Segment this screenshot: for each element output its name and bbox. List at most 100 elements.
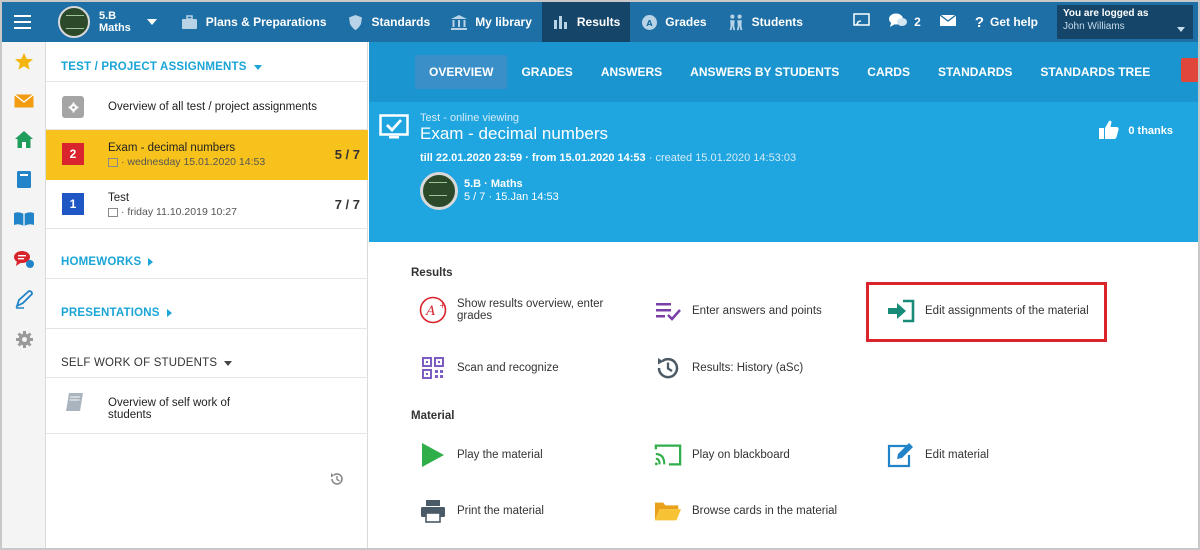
divider xyxy=(46,228,368,229)
assignment-row-test[interactable]: 1 Test · friday 11.10.2019 10:27 7 / 7 xyxy=(46,180,368,230)
gear-icon xyxy=(62,96,84,118)
nav-my-library[interactable]: My library xyxy=(440,2,542,42)
mail-icon[interactable] xyxy=(13,90,35,112)
book-icon[interactable] xyxy=(13,168,35,190)
edit-pencil-icon xyxy=(887,441,915,469)
tab-answers[interactable]: ANSWERS xyxy=(587,55,676,89)
mail-button[interactable] xyxy=(930,14,966,30)
self-work-section-header[interactable]: SELF WORK OF STUDENTS xyxy=(61,357,233,369)
user-name: John Williams xyxy=(1063,21,1125,32)
bar-chart-icon xyxy=(552,13,570,31)
scan-recognize-action[interactable]: Scan and recognize xyxy=(419,354,559,382)
assignment-kind: Test - online viewing xyxy=(420,112,520,124)
results-history-action[interactable]: Results: History (aSc) xyxy=(654,354,803,382)
home-icon[interactable] xyxy=(13,128,35,150)
show-results-overview-action[interactable]: A + Show results overview, enter grades xyxy=(419,296,603,324)
grade-badge-icon: A xyxy=(640,13,658,31)
chevron-down-icon xyxy=(146,19,157,25)
red-action-button[interactable] xyxy=(1181,58,1198,82)
browse-cards-action[interactable]: Browse cards in the material xyxy=(654,497,837,525)
tab-cards[interactable]: CARDS xyxy=(853,55,924,89)
edit-material-action[interactable]: Edit material xyxy=(887,441,989,469)
assignment-number-badge: 1 xyxy=(62,193,84,215)
assignment-score: 7 / 7 xyxy=(334,197,360,212)
svg-text:A: A xyxy=(425,304,435,319)
chat-bubbles-icon xyxy=(888,12,908,32)
edit-assignments-action[interactable]: Edit assignments of the material xyxy=(887,297,1089,325)
class-selector[interactable]: 5.B Maths xyxy=(58,2,157,42)
cast-button[interactable] xyxy=(844,13,879,31)
tab-standards-tree[interactable]: STANDARDS TREE xyxy=(1026,55,1164,89)
assigned-class-score: 5 / 7 · 15.Jan 14:53 xyxy=(464,191,559,203)
briefcase-icon xyxy=(181,13,199,31)
divider xyxy=(46,328,368,329)
star-icon[interactable] xyxy=(13,50,35,72)
pen-icon[interactable] xyxy=(13,288,35,310)
tab-standards[interactable]: STANDARDS xyxy=(924,55,1026,89)
presentations-section-header[interactable]: PRESENTATIONS xyxy=(61,307,172,319)
overview-all-assignments[interactable]: Overview of all test / project assignmen… xyxy=(46,82,368,132)
question-mark-icon: ? xyxy=(974,13,984,31)
tab-overview[interactable]: OVERVIEW xyxy=(415,55,508,89)
class-avatar xyxy=(420,172,458,210)
list-check-icon xyxy=(654,297,682,325)
envelope-icon xyxy=(939,14,957,30)
open-folder-icon xyxy=(654,497,682,525)
class-avatar xyxy=(58,6,90,38)
nav-grades[interactable]: A Grades xyxy=(630,2,716,42)
class-name: 5.B Maths xyxy=(99,10,131,34)
assignment-date: · wednesday 15.01.2020 14:53 xyxy=(108,156,265,168)
open-book-icon[interactable] xyxy=(13,208,35,230)
assignment-row-exam[interactable]: 2 Exam - decimal numbers · wednesday 15.… xyxy=(46,130,368,180)
assignment-date: · friday 11.10.2019 10:27 xyxy=(108,206,237,218)
cast-screen-icon xyxy=(853,13,870,31)
tab-grades[interactable]: GRADES xyxy=(507,55,586,89)
user-account-dropdown[interactable]: You are logged as John Williams xyxy=(1057,5,1193,39)
play-material-action[interactable]: Play the material xyxy=(419,441,543,469)
grade-a-plus-icon: A + xyxy=(419,296,447,324)
homeworks-section-header[interactable]: HOMEWORKS xyxy=(61,256,154,268)
assignment-title: Test xyxy=(108,192,130,204)
icon-rail xyxy=(2,42,46,548)
chevron-down-icon xyxy=(224,360,233,366)
monitor-check-icon xyxy=(379,114,409,145)
thanks-button[interactable]: 0 thanks xyxy=(1098,119,1173,143)
topbar-tools: 2 ? Get help You are logged as John Will… xyxy=(844,2,1198,42)
test-assignments-section-header[interactable]: TEST / PROJECT ASSIGNMENTS xyxy=(61,61,262,73)
gear-icon[interactable] xyxy=(13,328,35,350)
help-button[interactable]: ? Get help xyxy=(966,14,1047,31)
tab-answers-by-students[interactable]: ANSWERS BY STUDENTS xyxy=(676,55,853,89)
assignment-title: Exam - decimal numbers xyxy=(108,142,236,154)
svg-text:A: A xyxy=(646,19,653,28)
self-work-overview[interactable]: Overview of self work of students xyxy=(46,387,368,433)
assignment-title: Exam - decimal numbers xyxy=(420,124,609,143)
chevron-down-icon xyxy=(1177,27,1185,32)
assignments-panel: TEST / PROJECT ASSIGNMENTS Overview of a… xyxy=(46,42,368,548)
assignment-dates: till 22.01.2020 23:59 · from 15.01.2020 … xyxy=(420,152,797,164)
printer-icon xyxy=(419,497,447,525)
shield-icon xyxy=(347,13,365,31)
results-heading: Results xyxy=(411,267,453,279)
hamburger-menu-icon[interactable] xyxy=(2,2,42,42)
nav-students[interactable]: Students xyxy=(717,2,813,42)
nav-standards[interactable]: Standards xyxy=(337,2,441,42)
messages-button[interactable]: 2 xyxy=(879,12,930,32)
svg-text:+: + xyxy=(439,301,446,310)
main-nav: Plans & Preparations Standards My librar… xyxy=(171,2,813,42)
nav-results[interactable]: Results xyxy=(541,2,631,42)
assigned-class-name: 5.B · Maths xyxy=(464,178,523,190)
discussion-icon[interactable] xyxy=(13,248,35,270)
print-material-action[interactable]: Print the material xyxy=(419,497,544,525)
subtabs-bar: OVERVIEW GRADES ANSWERS ANSWERS BY STUDE… xyxy=(369,42,1198,102)
assignment-summary: Test - online viewing Exam - decimal num… xyxy=(369,102,1198,242)
sign-in-arrow-icon xyxy=(887,297,915,325)
history-icon[interactable] xyxy=(329,471,345,490)
message-count: 2 xyxy=(914,15,921,29)
library-icon xyxy=(450,13,468,31)
enter-answers-action[interactable]: Enter answers and points xyxy=(654,297,822,325)
play-icon xyxy=(419,441,447,469)
play-on-blackboard-action[interactable]: Play on blackboard xyxy=(654,441,790,469)
overview-content: Results A + Show results overview, enter … xyxy=(369,242,1198,548)
nav-plans-preparations[interactable]: Plans & Preparations xyxy=(171,2,337,42)
overview-all-label: Overview of all test / project assignmen… xyxy=(108,101,317,113)
